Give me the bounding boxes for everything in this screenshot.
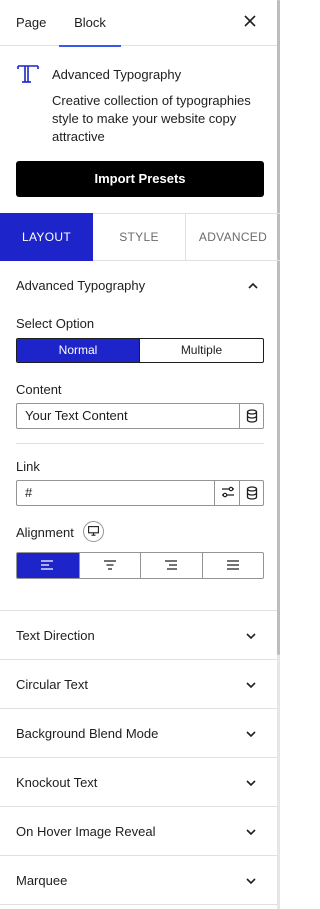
accordion-title: Background Blend Mode xyxy=(16,726,159,741)
close-icon[interactable] xyxy=(239,11,261,33)
chevron-down-icon xyxy=(246,682,256,689)
section-advanced-typography[interactable]: Advanced Typography xyxy=(16,278,264,293)
accordion-title: Marquee xyxy=(16,873,68,888)
align-right-icon xyxy=(165,560,177,570)
chevron-down-icon xyxy=(246,780,256,787)
scrollbar-thumb[interactable] xyxy=(277,0,280,655)
tab-style[interactable]: STYLE xyxy=(93,214,186,261)
dynamic-link-button[interactable] xyxy=(239,481,264,505)
select-option-label: Select Option xyxy=(16,316,95,331)
desktop-icon[interactable] xyxy=(83,521,104,542)
link-label: Link xyxy=(16,459,40,474)
scrollbar[interactable] xyxy=(277,0,280,909)
align-center-button[interactable] xyxy=(79,553,141,578)
typography-icon xyxy=(16,62,40,86)
database-icon xyxy=(246,486,258,500)
content-label: Content xyxy=(16,382,62,397)
content-field[interactable]: Your Text Content xyxy=(16,403,264,429)
sidebar-header: Page Block xyxy=(0,0,277,47)
option-multiple[interactable]: Multiple xyxy=(139,339,263,362)
align-left-button[interactable] xyxy=(17,553,79,578)
link-settings-icon xyxy=(222,486,234,498)
divider xyxy=(0,904,277,905)
chevron-down-icon xyxy=(246,878,256,885)
alignment-control xyxy=(16,552,264,579)
align-left-icon xyxy=(41,560,53,570)
option-normal[interactable]: Normal xyxy=(17,339,139,362)
accordion-on-hover-image-reveal[interactable]: On Hover Image Reveal xyxy=(0,806,277,855)
chevron-down-icon xyxy=(246,731,256,738)
accordion-title: On Hover Image Reveal xyxy=(16,824,156,839)
align-justify-button[interactable] xyxy=(202,553,263,578)
tab-layout[interactable]: LAYOUT xyxy=(0,213,93,261)
block-title: Advanced Typography xyxy=(52,67,182,82)
section-title: Advanced Typography xyxy=(16,278,146,293)
align-center-icon xyxy=(104,560,116,570)
accordion-title: Knockout Text xyxy=(16,775,98,790)
chevron-down-icon xyxy=(246,829,256,836)
database-icon xyxy=(246,409,258,423)
select-option-control: Normal Multiple xyxy=(16,338,264,363)
accordion-background-blend-mode[interactable]: Background Blend Mode xyxy=(0,708,277,757)
accordion-marquee[interactable]: Marquee xyxy=(0,855,277,904)
active-tab-indicator xyxy=(59,45,121,47)
accordion-title: Text Direction xyxy=(16,628,95,643)
content-value: Your Text Content xyxy=(25,408,128,423)
tab-page[interactable]: Page xyxy=(16,0,46,46)
panel-tabs: LAYOUT STYLE ADVANCED xyxy=(0,213,280,261)
dynamic-content-button[interactable] xyxy=(239,404,264,428)
block-description: Creative collection of typographies styl… xyxy=(52,93,251,144)
alignment-label: Alignment xyxy=(16,525,74,540)
accordion-text-direction[interactable]: Text Direction xyxy=(0,610,277,659)
tab-block[interactable]: Block xyxy=(59,0,121,47)
accordion-circular-text[interactable]: Circular Text xyxy=(0,659,277,708)
align-justify-icon xyxy=(227,560,239,570)
tab-advanced[interactable]: ADVANCED xyxy=(186,214,280,261)
accordion-title: Circular Text xyxy=(16,677,89,692)
accordion-knockout-text[interactable]: Knockout Text xyxy=(0,757,277,806)
chevron-down-icon xyxy=(246,633,256,640)
link-settings-button[interactable] xyxy=(214,481,239,505)
link-value: # xyxy=(25,485,33,500)
chevron-up-icon xyxy=(248,282,258,289)
link-field[interactable]: # xyxy=(16,480,264,506)
divider xyxy=(16,443,264,444)
align-right-button[interactable] xyxy=(140,553,202,578)
tab-block-label: Block xyxy=(74,15,106,30)
import-presets-button[interactable]: Import Presets xyxy=(16,161,264,197)
